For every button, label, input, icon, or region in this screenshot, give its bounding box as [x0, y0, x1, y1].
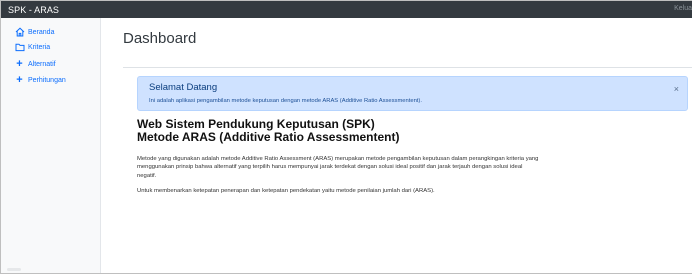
alert-title: Selamat Datang — [149, 82, 218, 93]
title-divider — [123, 67, 692, 68]
sidebar-item-perhitungan[interactable]: + Perhitungan — [1, 74, 100, 86]
sidebar-item-label: Kriteria — [28, 43, 51, 51]
alert-text: Ini adalah aplikasi pengambilan metode k… — [149, 98, 422, 104]
folder-icon — [14, 42, 25, 53]
sidebar-item-beranda[interactable]: Beranda — [1, 26, 100, 38]
top-navbar: SPK - ARAS Kelua — [1, 1, 692, 18]
description-paragraph: Metode yang digunakan adalah metode Addi… — [137, 155, 692, 180]
plus-icon: + — [16, 57, 23, 70]
sidebar-item-label: Beranda — [28, 28, 55, 36]
sidebar-item-label: Perhitungan — [28, 76, 66, 84]
sidebar: Beranda Kriteria + Alternatif + Perhitun… — [1, 18, 101, 273]
paragraph-line: menggunakan prinsip bahwa alternatif yan… — [137, 164, 523, 171]
sidebar-item-label: Alternatif — [28, 60, 56, 68]
purpose-paragraph: Untuk membenarkan ketepatan penerapan da… — [137, 188, 435, 194]
page-title: Dashboard — [123, 30, 197, 47]
main-heading: Web Sistem Pendukung Keputusan (SPK) Met… — [137, 118, 399, 144]
close-icon[interactable]: × — [674, 84, 679, 94]
heading-line: Metode ARAS (Additive Ratio Assessmenten… — [137, 130, 400, 144]
home-icon — [14, 27, 25, 38]
welcome-alert: Selamat Datang Ini adalah aplikasi penga… — [137, 76, 688, 111]
logout-link[interactable]: Kelua — [674, 5, 692, 12]
main-content: Dashboard Selamat Datang Ini adalah apli… — [101, 18, 692, 274]
brand-link[interactable]: SPK - ARAS — [1, 5, 59, 15]
sidebar-item-kriteria[interactable]: Kriteria — [1, 41, 100, 53]
sidebar-footer-mark — [7, 268, 21, 271]
paragraph-line: Metode yang digunakan adalah metode Addi… — [137, 156, 539, 162]
plus-icon: + — [16, 73, 23, 86]
sidebar-item-alternatif[interactable]: + Alternatif — [1, 58, 100, 70]
paragraph-line: negatif. — [137, 172, 157, 179]
